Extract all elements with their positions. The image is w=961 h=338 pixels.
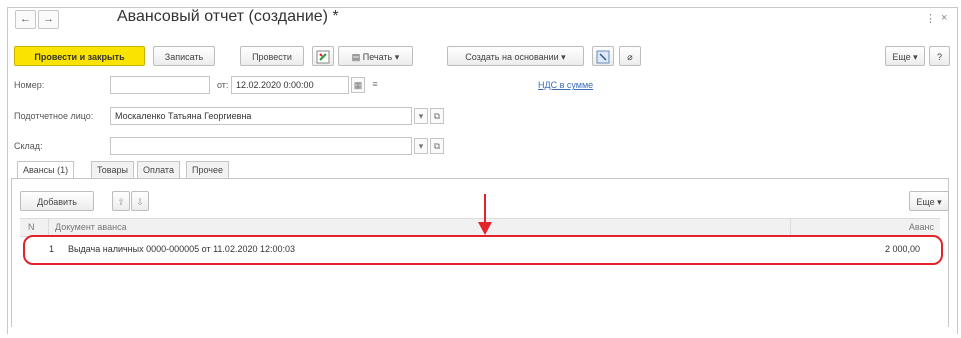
print-label: Печать xyxy=(362,52,393,62)
forward-button[interactable]: → xyxy=(38,10,59,29)
more-label: Еще xyxy=(892,52,911,62)
report-icon xyxy=(596,50,610,64)
warehouse-label: Склад: xyxy=(14,141,43,151)
arrow-up-icon: ⇧ xyxy=(117,197,125,207)
calendar-button[interactable]: ▦ xyxy=(351,77,365,93)
paperclip-icon: ⌀ xyxy=(627,52,633,62)
window-title: Авансовый отчет (создание) * xyxy=(117,8,339,25)
annotation-arrow-icon xyxy=(478,222,492,235)
table-more-button[interactable]: Еще ▾ xyxy=(909,191,949,211)
number-label: Номер: xyxy=(14,80,45,90)
tab-payment[interactable]: Оплата xyxy=(137,161,180,178)
add-button[interactable]: Добавить xyxy=(20,191,94,211)
warehouse-field[interactable] xyxy=(110,137,412,155)
chevron-down-icon: ▾ xyxy=(418,111,424,121)
tab-goods[interactable]: Товары xyxy=(91,161,134,178)
chevron-down-icon: ▾ xyxy=(937,197,942,207)
help-button[interactable]: ? xyxy=(929,46,950,66)
attach-button[interactable]: ⌀ xyxy=(619,46,641,66)
list-icon[interactable]: ≡ xyxy=(368,77,382,93)
post-button[interactable]: Провести xyxy=(240,46,304,66)
chevron-down-icon: ▾ xyxy=(418,141,424,151)
chevron-down-icon: ▾ xyxy=(913,52,918,62)
arrow-right-icon: → xyxy=(43,13,54,25)
dt-kt-button[interactable] xyxy=(312,46,334,66)
accountable-person-label: Подотчетное лицо: xyxy=(14,111,94,121)
open-link-icon: ⧉ xyxy=(433,141,441,151)
move-down-button[interactable]: ⇩ xyxy=(131,191,149,211)
calendar-icon: ▦ xyxy=(353,80,363,90)
accountable-dropdown-button[interactable]: ▾ xyxy=(414,108,428,124)
report-button[interactable] xyxy=(592,46,614,66)
create-based-on-button[interactable]: Создать на основании ▾ xyxy=(447,46,584,66)
chevron-down-icon: ▾ xyxy=(394,52,400,62)
create-based-on-label: Создать на основании xyxy=(465,52,559,62)
back-button[interactable]: ← xyxy=(15,10,36,29)
arrow-left-icon: ← xyxy=(20,13,31,25)
column-header-n[interactable]: N xyxy=(28,219,35,236)
highlight-frame xyxy=(23,235,943,265)
more-vertical-icon[interactable]: ⋮ xyxy=(925,12,936,25)
open-link-icon: ⧉ xyxy=(433,111,441,121)
column-header-amount[interactable]: Аванс xyxy=(790,219,940,236)
more-button[interactable]: Еще ▾ xyxy=(885,46,925,66)
tab-other[interactable]: Прочее xyxy=(186,161,229,178)
column-header-document[interactable]: Документ аванса xyxy=(48,219,127,236)
close-icon[interactable]: × xyxy=(941,12,947,24)
accountable-open-button[interactable]: ⧉ xyxy=(430,108,444,124)
warehouse-open-button[interactable]: ⧉ xyxy=(430,138,444,154)
vat-link[interactable]: НДС в сумме xyxy=(538,80,593,90)
date-field[interactable]: 12.02.2020 0:00:00 xyxy=(231,76,349,94)
arrow-down-icon: ⇩ xyxy=(136,197,144,207)
table-more-label: Еще xyxy=(916,197,935,207)
accountable-person-field[interactable]: Москаленко Татьяна Георгиевна xyxy=(110,107,412,125)
tab-advances[interactable]: Авансы (1) xyxy=(17,161,75,179)
move-up-button[interactable]: ⇧ xyxy=(112,191,130,211)
save-button[interactable]: Записать xyxy=(153,46,215,66)
number-field[interactable] xyxy=(110,76,210,94)
date-from-label: от: xyxy=(217,80,229,90)
warehouse-dropdown-button[interactable]: ▾ xyxy=(414,138,428,154)
post-and-close-button[interactable]: Провести и закрыть xyxy=(14,46,145,66)
dt-kt-icon xyxy=(316,50,330,64)
printer-icon: ▤ xyxy=(351,52,361,62)
chevron-down-icon: ▾ xyxy=(561,52,566,62)
print-button[interactable]: ▤ Печать ▾ xyxy=(338,46,413,66)
annotation-arrow-shaft xyxy=(484,194,486,224)
